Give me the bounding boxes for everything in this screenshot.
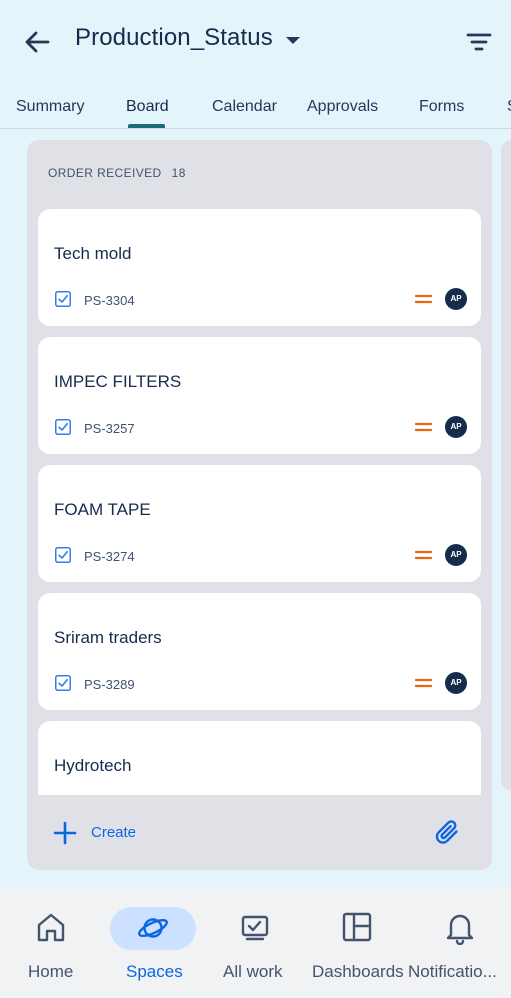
filter-icon (466, 33, 492, 51)
tab-forms[interactable]: Forms (419, 98, 464, 116)
arrow-left-icon (25, 31, 50, 53)
avatar[interactable]: AP (445, 288, 467, 310)
checkbox-task-icon (55, 291, 71, 307)
filter-button[interactable] (464, 28, 494, 56)
tab-approvals[interactable]: Approvals (307, 98, 378, 116)
back-button[interactable] (22, 26, 54, 58)
issue-card[interactable]: Tech mold PS-3304 AP (38, 209, 481, 326)
issue-card[interactable]: Sriram traders PS-3289 AP (38, 593, 481, 710)
bottom-navigation: Home Spaces All work Dashboards Notifica… (0, 889, 511, 998)
planet-icon (138, 918, 168, 938)
issue-card[interactable]: FOAM TAPE PS-3274 AP (38, 465, 481, 582)
app-header: Production_Status (0, 0, 511, 84)
tab-bar: Summary Board Calendar Approvals Forms S (0, 84, 511, 129)
issue-key: PS-3274 (84, 549, 135, 564)
issue-card[interactable]: Hydrotech (38, 721, 481, 796)
tab-summary[interactable]: Summary (16, 98, 84, 116)
priority-medium-icon (415, 422, 432, 432)
paperclip-icon (435, 820, 458, 844)
nav-label: Dashboards (312, 962, 404, 981)
avatar[interactable]: AP (445, 544, 467, 566)
tab-board[interactable]: Board (126, 98, 169, 116)
card-title: Tech mold (54, 244, 132, 263)
avatar[interactable]: AP (445, 672, 467, 694)
active-tab-indicator (128, 124, 165, 128)
all-work-icon (241, 915, 269, 941)
plus-icon[interactable] (53, 821, 77, 845)
nav-spaces[interactable]: Spaces (102, 889, 204, 998)
nav-home[interactable]: Home (0, 889, 102, 998)
issue-card[interactable]: IMPEC FILTERS PS-3257 AP (38, 337, 481, 454)
dashboard-icon (342, 912, 372, 942)
nav-all-work[interactable]: All work (204, 889, 306, 998)
column-count: 18 (171, 166, 186, 180)
checkbox-task-icon (55, 675, 71, 691)
column-header: ORDER RECEIVED 18 (48, 166, 186, 180)
attach-button[interactable] (432, 817, 464, 849)
priority-medium-icon (415, 550, 432, 560)
nav-dashboards[interactable]: Dashboards (306, 889, 408, 998)
issue-key: PS-3304 (84, 293, 135, 308)
home-icon (37, 913, 65, 942)
checkbox-task-icon (55, 419, 71, 435)
card-title: Hydrotech (54, 756, 132, 775)
tab-more[interactable]: S (507, 98, 511, 116)
nav-notifications[interactable]: Notificatio... (408, 889, 511, 998)
issue-key: PS-3257 (84, 421, 135, 436)
issue-key: PS-3289 (84, 677, 135, 692)
page-title[interactable]: Production_Status (75, 24, 273, 52)
card-title: IMPEC FILTERS (54, 372, 182, 391)
checkbox-task-icon (55, 547, 71, 563)
avatar[interactable]: AP (445, 416, 467, 438)
caret-down-icon[interactable] (286, 37, 300, 44)
tab-calendar[interactable]: Calendar (212, 98, 277, 116)
board-column: ORDER RECEIVED 18 Tech mold PS-3304 AP IM… (27, 140, 492, 870)
nav-label: All work (223, 962, 283, 981)
bell-icon (446, 914, 474, 945)
nav-label: Spaces (126, 962, 183, 981)
nav-label: Notificatio... (408, 962, 497, 981)
priority-medium-icon (415, 678, 432, 688)
create-button[interactable]: Create (91, 824, 136, 841)
column-footer: Create (27, 795, 492, 870)
card-title: FOAM TAPE (54, 500, 151, 519)
next-board-column[interactable] (501, 140, 511, 790)
nav-label: Home (28, 962, 74, 981)
card-title: Sriram traders (54, 628, 162, 647)
column-name: ORDER RECEIVED (48, 166, 162, 180)
priority-medium-icon (415, 294, 432, 304)
